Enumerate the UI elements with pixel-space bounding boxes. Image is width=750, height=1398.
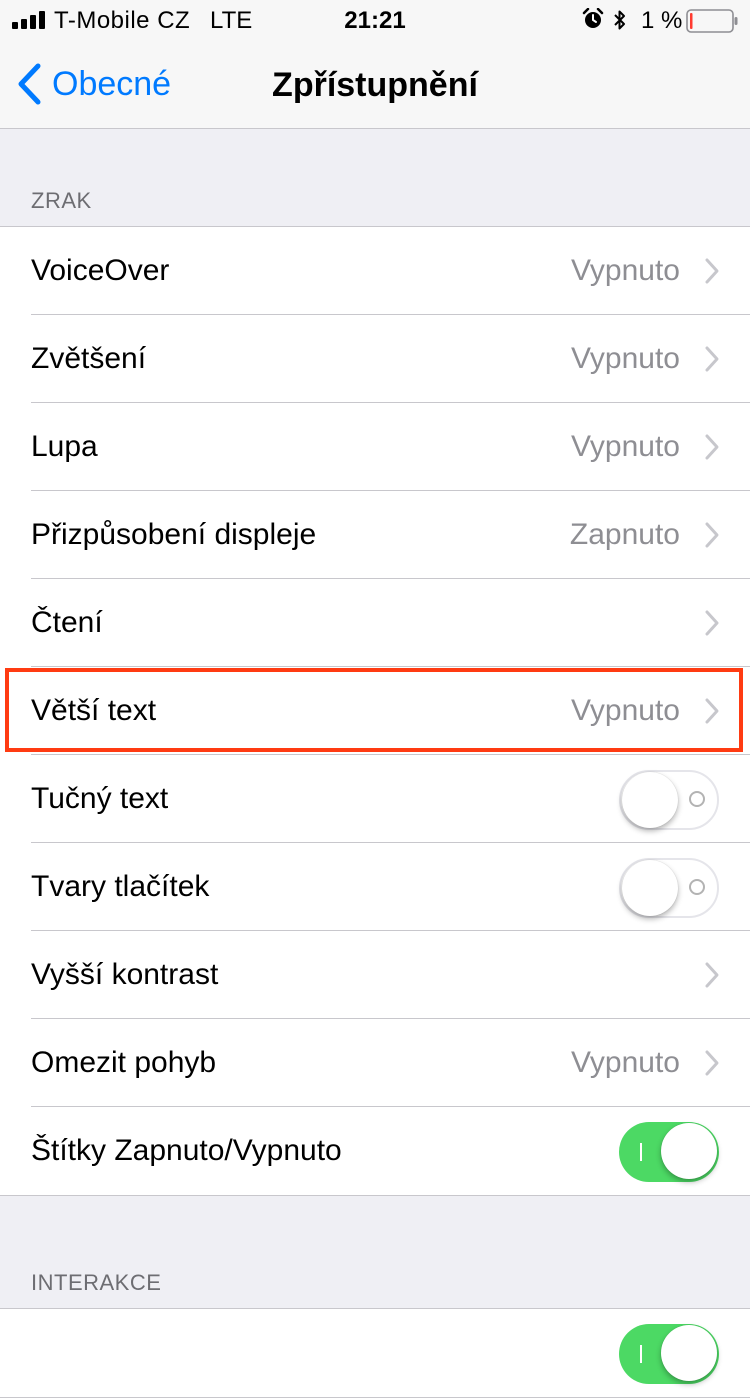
row-voiceover[interactable]: VoiceOver Vypnuto xyxy=(0,227,750,315)
on-off-labels-toggle[interactable] xyxy=(619,1122,719,1182)
row-value: Vypnuto xyxy=(571,430,680,463)
row-value: Vypnuto xyxy=(571,254,680,287)
row-on-off-labels: Štítky Zapnuto/Vypnuto xyxy=(0,1107,750,1195)
row-value: Vypnuto xyxy=(571,1046,680,1079)
interaction-toggle[interactable] xyxy=(619,1324,719,1384)
row-label: Tučný text xyxy=(31,782,169,815)
page-title: Zpřístupnění xyxy=(272,66,478,104)
navigation-bar: Obecné Zpřístupnění xyxy=(0,40,750,129)
toggle-off-indicator xyxy=(689,791,705,807)
toggle-on-indicator xyxy=(640,1143,642,1161)
chevron-right-icon xyxy=(705,698,719,724)
toggle-knob xyxy=(661,1325,717,1381)
status-bar: T-Mobile CZ LTE 21:21 1 % xyxy=(0,0,750,40)
button-shapes-toggle[interactable] xyxy=(619,858,719,918)
alarm-icon xyxy=(582,8,604,28)
chevron-right-icon xyxy=(705,1050,719,1076)
row-interaction-first xyxy=(0,1309,750,1397)
toggle-knob xyxy=(622,860,678,916)
status-time: 21:21 xyxy=(344,7,406,34)
row-label: VoiceOver xyxy=(31,254,170,287)
chevron-right-icon xyxy=(705,346,719,372)
toggle-knob xyxy=(661,1123,717,1179)
row-speech[interactable]: Čtení xyxy=(0,579,750,667)
chevron-right-icon xyxy=(705,610,719,636)
row-display-accommodations[interactable]: Přizpůsobení displeje Zapnuto xyxy=(0,491,750,579)
row-label: Lupa xyxy=(31,430,98,463)
row-button-shapes: Tvary tlačítek xyxy=(0,843,750,931)
chevron-right-icon xyxy=(705,962,719,988)
row-label: Čtení xyxy=(31,606,103,639)
battery-icon xyxy=(686,9,738,33)
row-increase-contrast[interactable]: Vyšší kontrast xyxy=(0,931,750,1019)
row-value: Zapnuto xyxy=(569,518,680,551)
row-label: Omezit pohyb xyxy=(31,1046,217,1079)
toggle-knob xyxy=(622,772,678,828)
row-reduce-motion[interactable]: Omezit pohyb Vypnuto xyxy=(0,1019,750,1107)
vision-settings-group: VoiceOver Vypnuto Zvětšení Vypnuto Lupa … xyxy=(0,226,750,1196)
row-zoom[interactable]: Zvětšení Vypnuto xyxy=(0,315,750,403)
row-value: Vypnuto xyxy=(571,694,680,727)
toggle-on-indicator xyxy=(640,1345,642,1363)
toggle-off-indicator xyxy=(689,879,705,895)
chevron-right-icon xyxy=(705,522,719,548)
interaction-settings-group xyxy=(0,1308,750,1398)
row-label: Vyšší kontrast xyxy=(31,958,219,991)
row-label: Přizpůsobení displeje xyxy=(31,518,317,551)
bold-text-toggle[interactable] xyxy=(619,770,719,830)
section-header-vision: ZRAK xyxy=(31,188,92,213)
section-header-interaction: INTERAKCE xyxy=(31,1270,162,1295)
battery-percentage: 1 % xyxy=(641,7,683,34)
row-larger-text[interactable]: Větší text Vypnuto xyxy=(0,667,750,755)
row-label: Tvary tlačítek xyxy=(31,870,210,903)
row-label: Zvětšení xyxy=(31,342,147,375)
row-magnifier[interactable]: Lupa Vypnuto xyxy=(0,403,750,491)
row-bold-text: Tučný text xyxy=(0,755,750,843)
chevron-right-icon xyxy=(705,434,719,460)
row-label: Štítky Zapnuto/Vypnuto xyxy=(31,1134,342,1167)
row-value: Vypnuto xyxy=(571,342,680,375)
chevron-right-icon xyxy=(705,258,719,284)
row-label: Větší text xyxy=(31,694,157,727)
bluetooth-icon xyxy=(614,10,625,30)
